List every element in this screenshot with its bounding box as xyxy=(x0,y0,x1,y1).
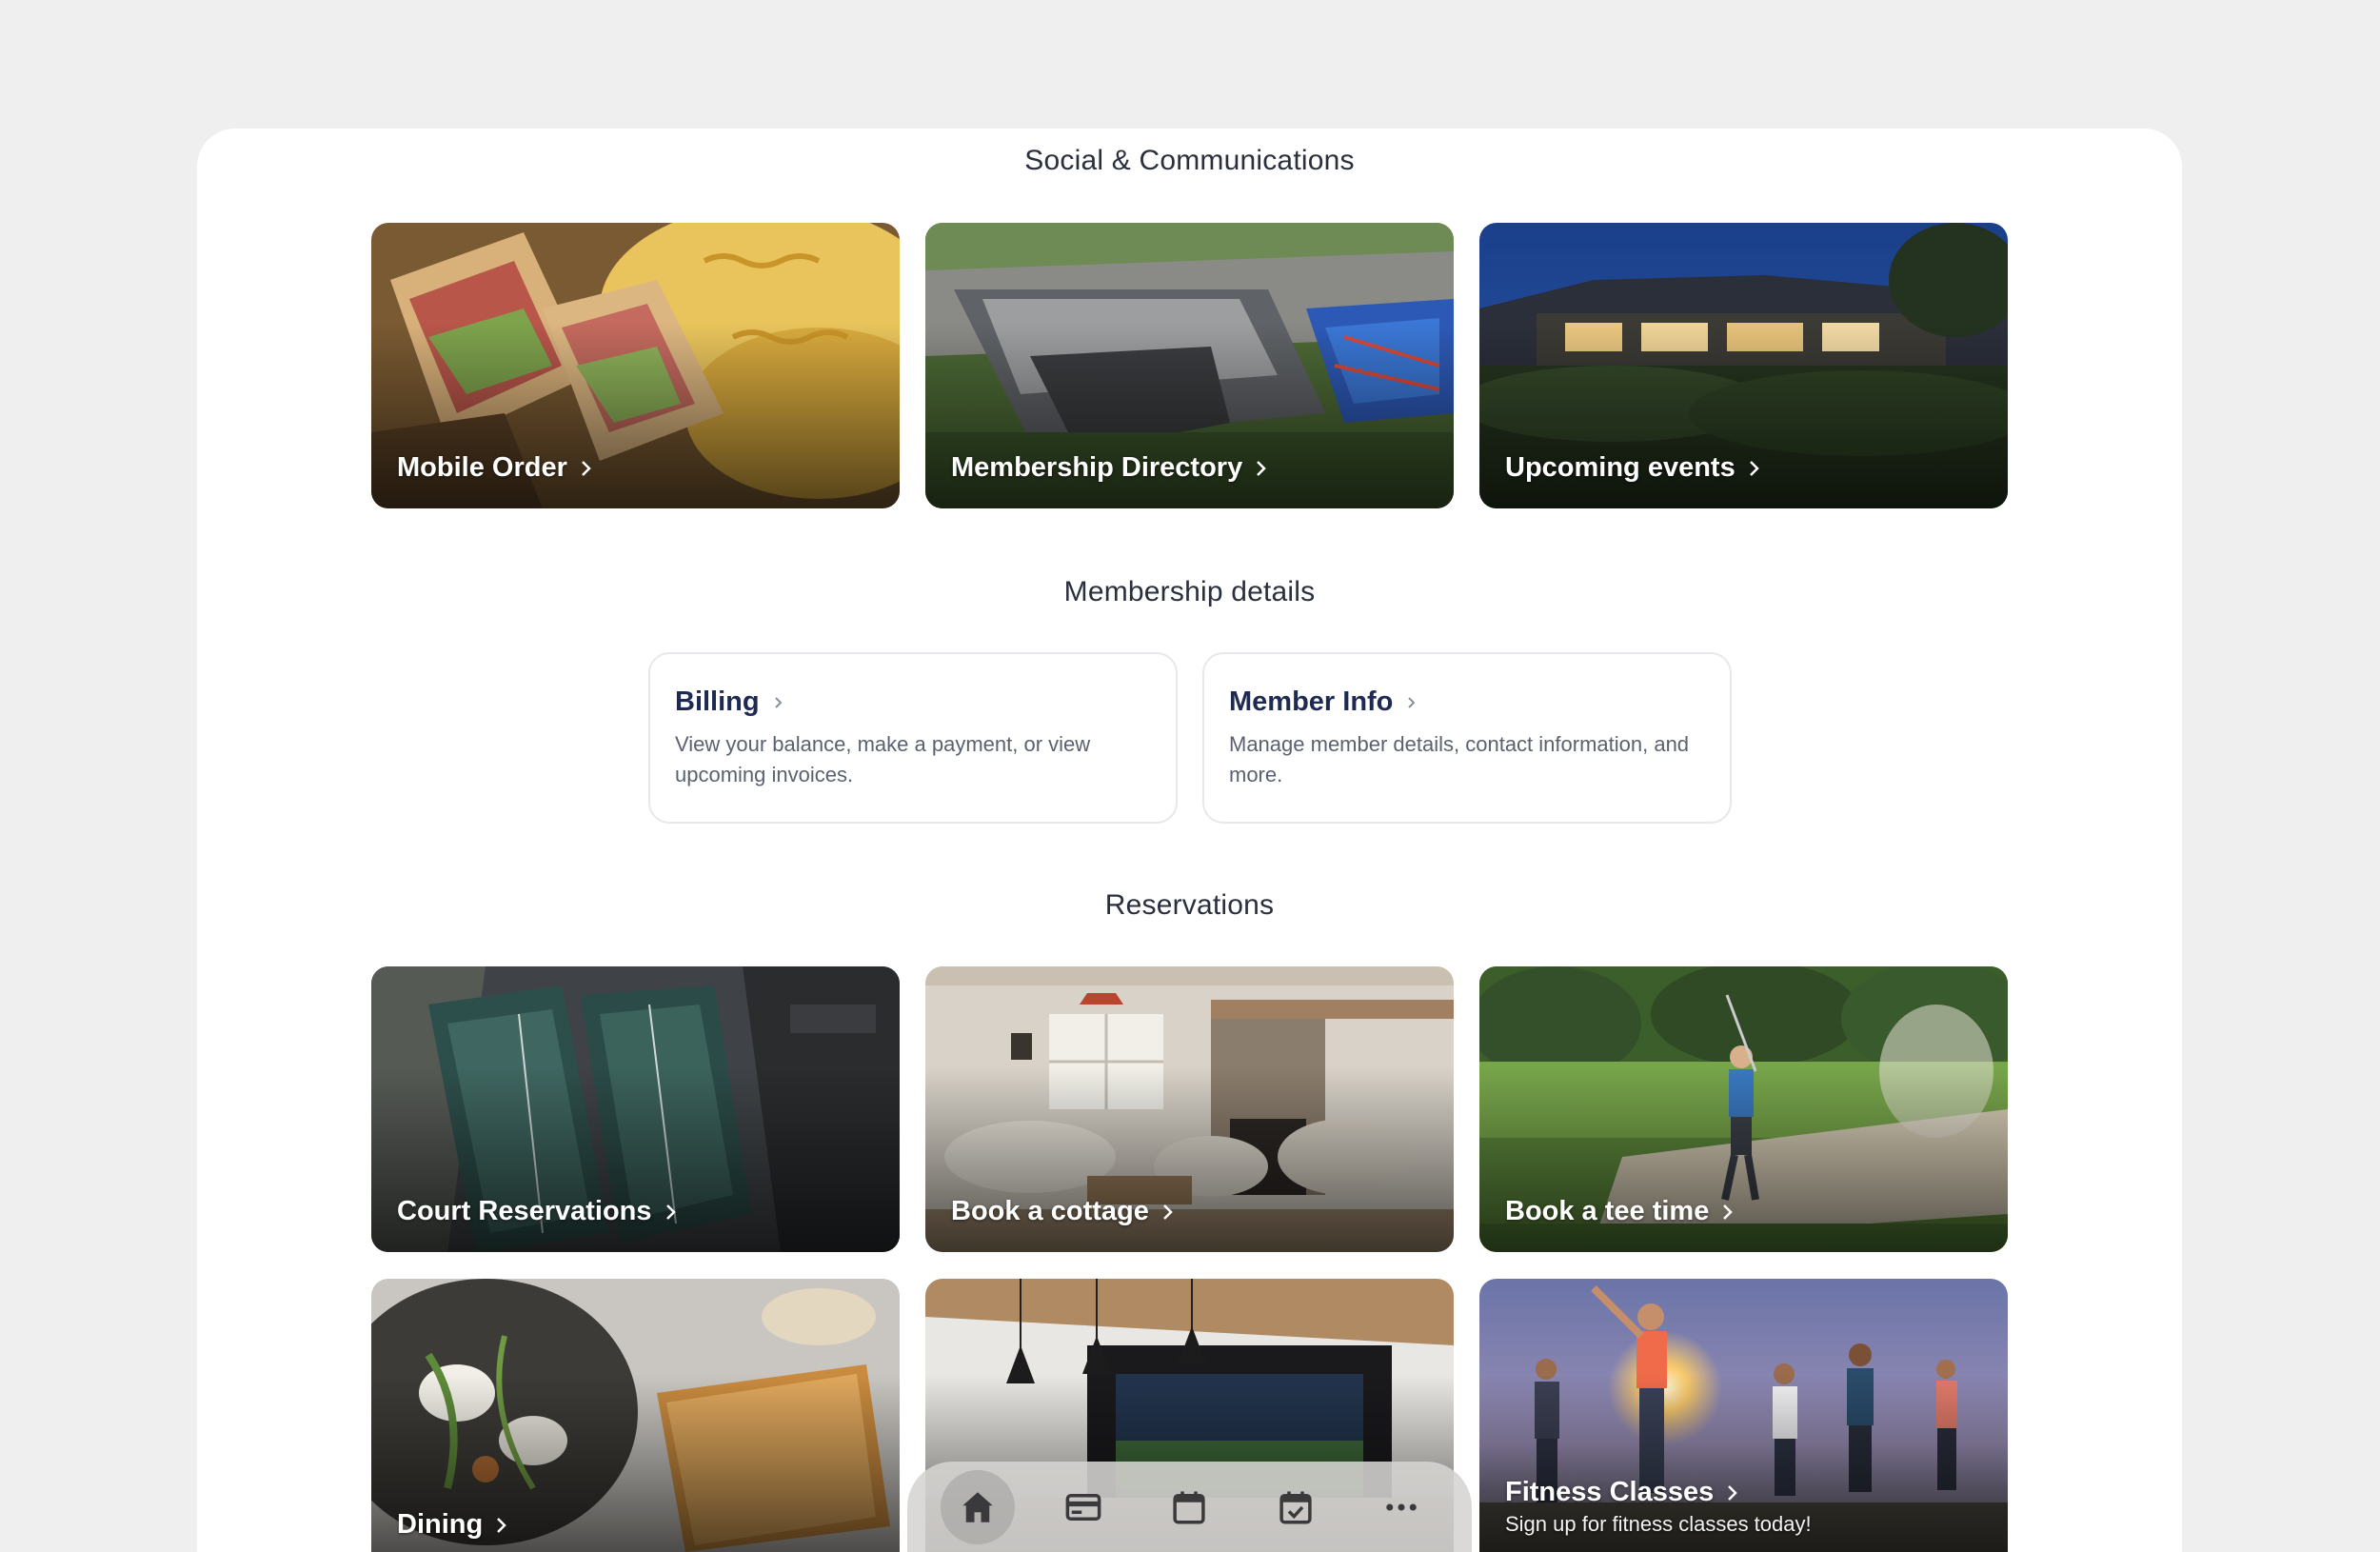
billing-title: Billing xyxy=(675,686,1151,718)
more-icon xyxy=(1386,1503,1417,1510)
book-tee-time-label: Book a tee time xyxy=(1505,1196,1710,1226)
member-info-description: Manage member details, contact informati… xyxy=(1229,732,1690,786)
court-reservations-label: Court Reservations xyxy=(397,1196,652,1226)
tile-label: Dining xyxy=(397,1509,509,1541)
tile-shade xyxy=(1479,1279,2008,1552)
billing-title-text: Billing xyxy=(675,686,760,717)
chevron-right-icon xyxy=(581,460,591,476)
tile-label: Membership Directory xyxy=(951,452,1269,484)
tile-mobile-order[interactable]: Mobile Order xyxy=(371,223,900,508)
mobile-order-label: Mobile Order xyxy=(397,452,567,483)
calendar-nav-button[interactable] xyxy=(1152,1470,1226,1544)
billing-description: View your balance, make a payment, or vi… xyxy=(675,732,1091,786)
tile-label: Fitness Classes xyxy=(1505,1477,1740,1508)
tile-dining[interactable]: Dining xyxy=(371,1279,900,1552)
tile-book-cottage[interactable]: Book a cottage xyxy=(925,966,1454,1252)
section-title-membership: Membership details xyxy=(1063,576,1316,607)
calendar-icon xyxy=(1173,1490,1206,1523)
chevron-right-icon xyxy=(1723,1204,1734,1220)
more-nav-button[interactable] xyxy=(1364,1470,1438,1544)
membership-directory-label: Membership Directory xyxy=(951,452,1243,483)
tile-label: Book a tee time xyxy=(1505,1196,1735,1227)
member-info-title: Member Info xyxy=(1229,686,1705,718)
home-panel: Social & Communications Mobile Order Mem… xyxy=(197,129,2182,1552)
tile-book-tee-time[interactable]: Book a tee time xyxy=(1479,966,2008,1252)
book-cottage-label: Book a cottage xyxy=(951,1196,1149,1226)
tile-label: Upcoming events xyxy=(1505,452,1762,484)
chevron-right-icon xyxy=(774,696,783,708)
chevron-right-icon xyxy=(1257,460,1266,476)
chevron-right-icon xyxy=(1749,460,1759,476)
member-info-card[interactable]: Member Info Manage member details, conta… xyxy=(1202,652,1732,824)
billing-nav-button[interactable] xyxy=(1046,1470,1121,1544)
card-icon xyxy=(1065,1493,1101,1521)
home-icon xyxy=(962,1491,993,1522)
fitness-classes-subtitle: Sign up for fitness classes today! xyxy=(1505,1512,1812,1536)
dining-label: Dining xyxy=(397,1509,484,1540)
calendar-check-icon xyxy=(1279,1490,1312,1523)
reservations-nav-button[interactable] xyxy=(1259,1470,1333,1544)
chevron-right-icon xyxy=(1728,1484,1738,1501)
billing-card[interactable]: Billing View your balance, make a paymen… xyxy=(648,652,1178,824)
chevron-right-icon xyxy=(665,1204,676,1220)
member-info-title-text: Member Info xyxy=(1229,686,1394,717)
chevron-right-icon xyxy=(1408,696,1416,708)
fitness-classes-label: Fitness Classes xyxy=(1505,1477,1715,1507)
section-title-social: Social & Communications xyxy=(1024,145,1355,176)
tile-membership-directory[interactable]: Membership Directory xyxy=(925,223,1454,508)
bottom-dock xyxy=(907,1462,1472,1552)
chevron-right-icon xyxy=(497,1517,506,1533)
tile-label: Book a cottage xyxy=(951,1196,1176,1227)
tile-label: Mobile Order xyxy=(397,452,594,484)
tile-court-reservations[interactable]: Court Reservations xyxy=(371,966,900,1252)
chevron-right-icon xyxy=(1162,1204,1173,1220)
upcoming-events-label: Upcoming events xyxy=(1505,452,1735,483)
home-button[interactable] xyxy=(940,1469,1015,1544)
tile-upcoming-events[interactable]: Upcoming events xyxy=(1479,223,2008,508)
tile-fitness-classes[interactable]: Fitness Classes Sign up for fitness clas… xyxy=(1479,1279,2008,1552)
section-title-reservations: Reservations xyxy=(1104,889,1275,921)
tile-label: Court Reservations xyxy=(397,1196,679,1227)
